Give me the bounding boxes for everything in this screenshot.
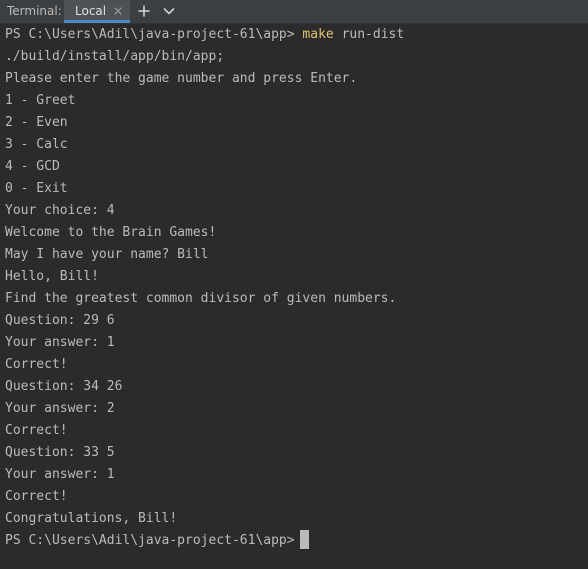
output-line: Correct! <box>5 357 68 372</box>
tab-label: Local <box>75 4 107 18</box>
prompt: PS C:\Users\Adil\java-project-61\app> <box>5 27 295 42</box>
tool-window-title: Terminal: <box>7 4 62 18</box>
command-name: make <box>302 27 334 42</box>
output-line: Question: 29 6 <box>5 313 115 328</box>
final-prompt-line[interactable]: PS C:\Users\Adil\java-project-61\app> <box>5 530 309 552</box>
prompt: PS C:\Users\Adil\java-project-61\app> <box>5 533 295 548</box>
output-line: Your answer: 2 <box>5 401 115 416</box>
output-line: Your choice: 4 <box>5 203 115 218</box>
close-icon[interactable] <box>112 5 124 17</box>
tab-active-indicator <box>64 20 130 23</box>
output-line: 4 - GCD <box>5 159 60 174</box>
output-line: Please enter the game number and press E… <box>5 71 358 86</box>
text-cursor <box>299 530 309 549</box>
output-line: Find the greatest common divisor of give… <box>5 291 397 306</box>
output-line: Your answer: 1 <box>5 335 115 350</box>
output-line: 2 - Even <box>5 115 68 130</box>
command-args: run-dist <box>341 27 405 42</box>
output-line: Correct! <box>5 489 68 504</box>
output-line: Congratulations, Bill! <box>5 511 178 526</box>
tab-local[interactable]: Local <box>64 0 130 23</box>
output-line: Hello, Bill! <box>5 269 99 284</box>
output-line: Welcome to the Brain Games! <box>5 225 217 240</box>
output-line: May I have your name? Bill <box>5 247 209 262</box>
output-line: Question: 34 26 <box>5 379 123 394</box>
output-line: Question: 33 5 <box>5 445 115 460</box>
output-line: Your answer: 1 <box>5 467 115 482</box>
output-line: 0 - Exit <box>5 181 68 196</box>
terminal-output[interactable]: PS C:\Users\Adil\java-project-61\app> ma… <box>0 24 588 569</box>
terminal-window: Terminal: Local PS C:\Users\Adil\java-pr… <box>0 0 588 569</box>
output-line: 1 - Greet <box>5 93 76 108</box>
chevron-down-icon[interactable] <box>162 4 176 18</box>
output-line: 3 - Calc <box>5 137 68 152</box>
terminal-tab-bar: Terminal: Local <box>0 0 588 24</box>
output-line: ./build/install/app/bin/app; <box>5 49 225 64</box>
command-line: PS C:\Users\Adil\java-project-61\app> ma… <box>5 24 404 46</box>
plus-icon[interactable] <box>137 4 151 18</box>
output-line: Correct! <box>5 423 68 438</box>
